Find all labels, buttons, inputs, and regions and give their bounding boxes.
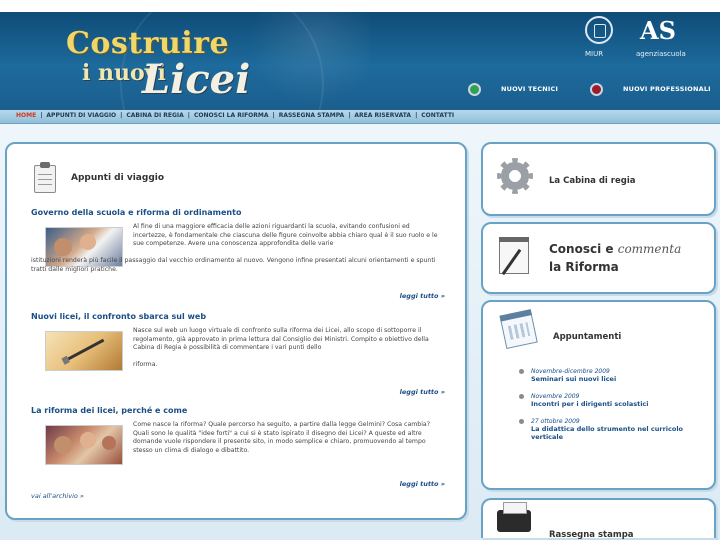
top-menu: HOME | APPUNTI DI VIAGGIO | CABINA DI RE… bbox=[16, 112, 454, 119]
miur-label: MIUR bbox=[585, 50, 604, 58]
classroom-thumbnail[interactable] bbox=[45, 425, 123, 465]
pen-thumbnail[interactable] bbox=[45, 331, 123, 371]
menu-home[interactable]: HOME bbox=[16, 112, 36, 119]
bullet-icon bbox=[519, 369, 524, 374]
appointment-item[interactable]: Novembre-dicembre 2009 Seminari sui nuov… bbox=[519, 368, 711, 383]
appunti-panel: Appunti di viaggio Governo della scuola … bbox=[5, 142, 467, 520]
top-menu-bar: HOME | APPUNTI DI VIAGGIO | CABINA DI RE… bbox=[0, 110, 720, 124]
archive-link[interactable]: vai all'archivio » bbox=[31, 492, 84, 500]
site-logo[interactable]: Costruire i nuovi Licei bbox=[56, 26, 276, 110]
menu-separator: | bbox=[272, 112, 275, 119]
bullet-icon bbox=[519, 419, 524, 424]
article-body: Al fine di una maggiore efficacia delle … bbox=[31, 223, 451, 283]
cabina-di-regia-box[interactable]: La Cabina di regia bbox=[481, 142, 716, 216]
cabina-title: La Cabina di regia bbox=[549, 176, 636, 186]
article-body: Come nasce la riforma? Quale percorso ha… bbox=[31, 421, 451, 481]
nuovi-tecnici-link[interactable]: NUOVI TECNICI bbox=[468, 82, 558, 96]
article-body: Nasce sul web un luogo virtuale di confr… bbox=[31, 327, 451, 387]
site-header: Costruire i nuovi Licei MIUR AS agenzias… bbox=[0, 12, 720, 110]
miur-emblem-icon[interactable] bbox=[585, 16, 613, 44]
gear-icon bbox=[497, 158, 533, 194]
clipboard-icon bbox=[31, 162, 61, 194]
article-text: Nasce sul web un luogo virtuale di confr… bbox=[133, 327, 429, 352]
article: La riforma dei licei, perché e come Come… bbox=[31, 406, 451, 488]
appointment-item[interactable]: 27 ottobre 2009 La didattica dello strum… bbox=[519, 418, 711, 441]
calendar-icon bbox=[500, 313, 538, 349]
appointment-date: 27 ottobre 2009 bbox=[531, 418, 580, 425]
conosci-riforma-box[interactable]: Conosci e commenta la Riforma bbox=[481, 222, 716, 294]
article: Nuovi licei, il confronto sbarca sul web… bbox=[31, 312, 451, 396]
menu-separator: | bbox=[40, 112, 43, 119]
appointment-item[interactable]: Novembre 2009 Incontri per i dirigenti s… bbox=[519, 393, 711, 408]
appointment-date: Novembre 2009 bbox=[531, 393, 580, 400]
appunti-header: Appunti di viaggio bbox=[31, 162, 164, 194]
read-more-link[interactable]: leggi tutto » bbox=[400, 480, 445, 488]
notepad-pen-icon bbox=[499, 237, 529, 274]
appuntamenti-title: Appuntamenti bbox=[553, 332, 622, 342]
article-text-continued: istituzioni renderà più facile il passag… bbox=[31, 257, 436, 273]
agenzia-scuola-label: agenziascuola bbox=[636, 50, 686, 58]
logo-title-line3: Licei bbox=[142, 56, 251, 103]
green-dot-icon bbox=[468, 82, 481, 96]
read-more-link[interactable]: leggi tutto » bbox=[400, 388, 445, 396]
menu-separator: | bbox=[348, 112, 351, 119]
appointments-list: Novembre-dicembre 2009 Seminari sui nuov… bbox=[519, 368, 711, 451]
conosci-title-line1: Conosci e commenta bbox=[549, 242, 681, 256]
menu-cabina-di-regia[interactable]: CABINA DI REGIA bbox=[126, 112, 183, 119]
printer-icon bbox=[497, 502, 531, 532]
article-title[interactable]: Nuovi licei, il confronto sbarca sul web bbox=[31, 312, 451, 321]
article-title[interactable]: Governo della scuola e riforma di ordina… bbox=[31, 208, 451, 217]
appointment-title: Incontri per i dirigenti scolastici bbox=[531, 400, 649, 408]
nuovi-tecnici-label: NUOVI TECNICI bbox=[501, 85, 559, 93]
menu-separator: | bbox=[415, 112, 418, 119]
agenzia-scuola-logo[interactable]: AS bbox=[640, 16, 676, 45]
article-text: Al fine di una maggiore efficacia delle … bbox=[133, 223, 438, 248]
bullet-icon bbox=[519, 394, 524, 399]
appunti-title: Appunti di viaggio bbox=[71, 173, 165, 183]
article-text-continued: riforma. bbox=[133, 361, 158, 368]
article-text: Come nasce la riforma? Quale percorso ha… bbox=[133, 421, 430, 454]
read-more-link[interactable]: leggi tutto » bbox=[400, 292, 445, 300]
conosci-title-line2: la Riforma bbox=[549, 260, 619, 274]
appuntamenti-box: Appuntamenti Novembre-dicembre 2009 Semi… bbox=[481, 300, 716, 490]
nuovi-professionali-label: NUOVI PROFESSIONALI bbox=[623, 85, 711, 93]
menu-conosci-la-riforma[interactable]: CONOSCI LA RIFORMA bbox=[194, 112, 269, 119]
rassegna-title: Rassegna stampa bbox=[549, 530, 634, 540]
menu-separator: | bbox=[120, 112, 123, 119]
article: Governo della scuola e riforma di ordina… bbox=[31, 208, 451, 300]
rassegna-stampa-box[interactable]: Rassegna stampa bbox=[481, 498, 716, 540]
menu-rassegna-stampa[interactable]: RASSEGNA STAMPA bbox=[279, 112, 344, 119]
commenta-word: commenta bbox=[617, 242, 682, 256]
red-dot-icon bbox=[590, 82, 603, 96]
nuovi-professionali-link[interactable]: NUOVI PROFESSIONALI bbox=[590, 82, 711, 96]
conosci-word: Conosci e bbox=[549, 242, 614, 256]
menu-area-riservata[interactable]: AREA RISERVATA bbox=[354, 112, 411, 119]
menu-contatti[interactable]: CONTATTI bbox=[421, 112, 454, 119]
menu-separator: | bbox=[187, 112, 190, 119]
appointment-title: La didattica dello strumento nel currico… bbox=[531, 425, 684, 441]
menu-appunti-di-viaggio[interactable]: APPUNTI DI VIAGGIO bbox=[46, 112, 116, 119]
appointment-title: Seminari sui nuovi licei bbox=[531, 375, 617, 383]
appointment-date: Novembre-dicembre 2009 bbox=[531, 368, 610, 375]
article-title[interactable]: La riforma dei licei, perché e come bbox=[31, 406, 451, 415]
